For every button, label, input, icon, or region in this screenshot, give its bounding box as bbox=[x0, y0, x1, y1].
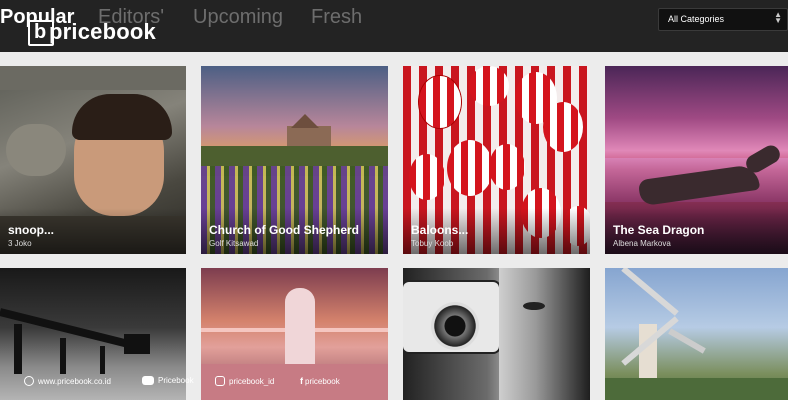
balloon bbox=[489, 144, 525, 190]
photo-author: 3 Joko bbox=[8, 239, 32, 248]
photo-title: snoop... bbox=[8, 223, 54, 237]
balloon bbox=[409, 154, 445, 200]
pricebook-logo: b pricebook bbox=[28, 19, 158, 46]
eye bbox=[523, 302, 545, 310]
photo-tile[interactable] bbox=[403, 268, 590, 400]
instagram-icon bbox=[215, 376, 225, 386]
photo-title: Church of Good Shepherd bbox=[209, 223, 359, 237]
category-dropdown[interactable]: All Categories ▲ ▼ bbox=[658, 8, 788, 31]
photo-author: Albena Markova bbox=[613, 239, 671, 248]
youtube-icon bbox=[142, 376, 154, 385]
child-hair bbox=[72, 94, 172, 140]
church-roof bbox=[291, 114, 319, 128]
window-frame bbox=[0, 66, 186, 90]
photo-tile[interactable]: Church of Good Shepherd Golf Kitsawad bbox=[201, 66, 388, 254]
kitten bbox=[6, 124, 66, 176]
photo-title: Baloons... bbox=[411, 223, 469, 237]
tab-upcoming[interactable]: Upcoming bbox=[193, 6, 283, 29]
category-dropdown-value: All Categories bbox=[668, 14, 725, 24]
photo-tile[interactable] bbox=[605, 268, 788, 400]
tab-fresh[interactable]: Fresh bbox=[311, 6, 362, 29]
facebook-icon: f bbox=[300, 376, 303, 386]
watermark-facebook: f pricebook bbox=[300, 376, 340, 386]
windmill-sail bbox=[621, 268, 679, 316]
photo-title: The Sea Dragon bbox=[613, 223, 705, 237]
globe-icon bbox=[24, 376, 34, 386]
pier-post bbox=[100, 346, 105, 374]
balloon bbox=[543, 102, 583, 152]
logo-text: pricebook bbox=[49, 19, 156, 44]
watermark-instagram: pricebook_id bbox=[215, 376, 274, 386]
photo-tile[interactable]: The Sea Dragon Albena Markova bbox=[605, 66, 788, 254]
pier-hut bbox=[124, 334, 150, 354]
pier-post bbox=[60, 338, 66, 374]
photo-caption: Baloons... Tobuy Koob bbox=[403, 208, 590, 254]
photo-caption: The Sea Dragon Albena Markova bbox=[605, 208, 788, 254]
top-navigation-bar: Popular Editors' Upcoming Fresh b priceb… bbox=[0, 0, 788, 52]
photo-author: Tobuy Koob bbox=[411, 239, 454, 248]
reed-bank bbox=[605, 378, 788, 400]
photo-tile[interactable]: Baloons... Tobuy Koob bbox=[403, 66, 590, 254]
windmill-sail bbox=[668, 328, 706, 354]
balloon bbox=[419, 76, 461, 128]
church-building bbox=[287, 126, 331, 148]
photo-caption: Church of Good Shepherd Golf Kitsawad bbox=[201, 208, 388, 254]
balloon bbox=[469, 66, 509, 106]
dropdown-arrows-icon: ▲ ▼ bbox=[774, 10, 782, 25]
camera-lens bbox=[431, 302, 479, 350]
pier-post bbox=[14, 324, 22, 374]
photo-caption: snoop... 3 Joko bbox=[0, 208, 186, 254]
watermark-website: www.pricebook.co.id bbox=[24, 376, 111, 386]
photo-tile[interactable]: snoop... 3 Joko bbox=[0, 66, 186, 254]
balloon bbox=[447, 140, 493, 196]
photo-author: Golf Kitsawad bbox=[209, 239, 259, 248]
watermark-youtube: Pricebook bbox=[142, 376, 194, 385]
woman-face bbox=[499, 268, 590, 400]
